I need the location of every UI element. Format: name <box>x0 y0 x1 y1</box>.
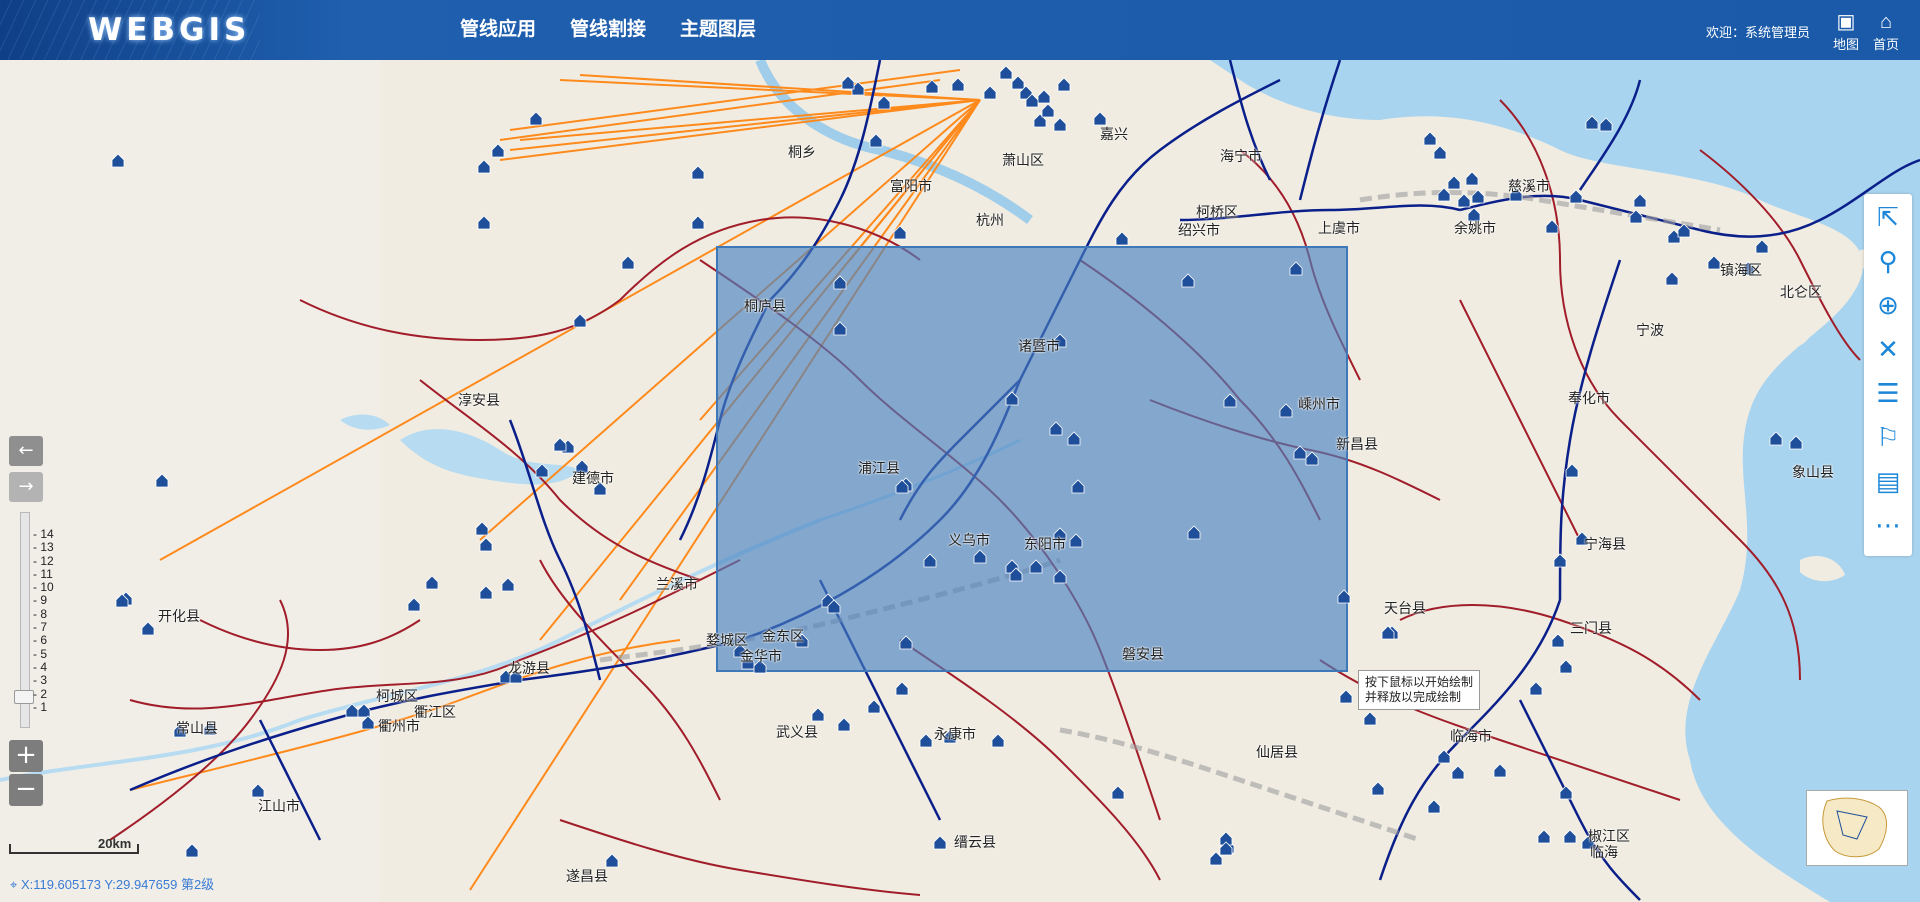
place-label: 杭州 <box>976 212 1004 228</box>
zoom-level-label: - 10 <box>33 580 54 595</box>
place-label: 开化县 <box>158 608 200 624</box>
place-label: 龙游县 <box>508 660 550 676</box>
draw-tooltip: 按下鼠标以开始绘制并释放以完成绘制 <box>1358 670 1480 710</box>
place-label: 仙居县 <box>1256 744 1298 760</box>
zoom-level-label: - 12 <box>33 553 54 568</box>
zoom-level-label: - 8 <box>33 606 48 621</box>
map-canvas[interactable]: 富阳市 桐庐县 淳安县 建德市 兰溪市 开化县 常山县 柯城区 衢江区 衢州市 … <box>0 60 1920 902</box>
scale-label: 20km <box>98 836 132 851</box>
menu-pipeline-app[interactable]: 管线应用 <box>460 0 536 60</box>
place-label: 常山县 <box>176 720 218 736</box>
place-label: 诸暨市 <box>1018 338 1060 354</box>
top-header: WEBGIS 管线应用 管线割接 主题图层 欢迎：系统管理员 ▣ 地图 ⌂ 首页 <box>0 0 1920 60</box>
place-label: 柯桥区 <box>1196 204 1238 220</box>
pan-forward-button[interactable]: → <box>9 472 43 502</box>
place-label: 萧山区 <box>1002 152 1044 168</box>
zoom-level-label: - 1 <box>33 699 48 714</box>
zoom-level-label: - 5 <box>33 646 48 661</box>
welcome-text: 欢迎：系统管理员 <box>1705 25 1810 40</box>
menu-pipeline-cutover[interactable]: 管线割接 <box>570 0 646 60</box>
close-icon[interactable]: ✕ <box>1864 328 1912 372</box>
zoom-level-label: - 2 <box>33 686 48 701</box>
place-label: 金东区 <box>762 628 804 644</box>
place-label: 衢江区 <box>414 704 456 720</box>
place-label: 余姚市 <box>1454 220 1496 236</box>
home-icon: ⌂ <box>1879 11 1893 33</box>
place-label: 海宁市 <box>1220 148 1262 164</box>
place-label: 奉化市 <box>1568 390 1610 406</box>
map-button[interactable]: ▣ 地图 <box>1826 10 1866 53</box>
place-label: 上虞市 <box>1318 220 1360 236</box>
place-label: 磐安县 <box>1122 646 1164 662</box>
place-label: 宁海县 <box>1584 536 1626 552</box>
place-label: 义乌市 <box>948 532 990 548</box>
crosshair-icon: ⌖ <box>10 877 21 892</box>
place-label: 浦江县 <box>858 460 900 476</box>
zoom-in-button[interactable]: + <box>9 740 43 772</box>
search-icon[interactable]: ⚲ <box>1864 240 1912 284</box>
zoom-level-label: - 11 <box>33 566 53 581</box>
place-label: 淳安县 <box>458 392 500 408</box>
coordinate-readout: ⌖ X:119.605173 Y:29.947659 第2级 <box>10 874 214 893</box>
overview-svg <box>1822 797 1887 858</box>
overview-map[interactable] <box>1806 790 1908 866</box>
place-label: 天台县 <box>1384 600 1426 616</box>
map-icon: ▣ <box>1836 11 1856 33</box>
map-toolbar: ⇱ ⚲ ⊕ ✕ ☰ ⚐ ▤ ⋯ <box>1864 194 1912 556</box>
place-label: 桐庐县 <box>744 298 786 314</box>
place-label: 东阳市 <box>1024 536 1066 552</box>
pan-back-button[interactable]: ← <box>9 436 43 466</box>
bookmark-icon[interactable]: ⚐ <box>1864 416 1912 460</box>
main-menu: 管线应用 管线割接 主题图层 <box>460 0 790 60</box>
place-label: 北仑区 <box>1780 284 1822 300</box>
selection-rectangle <box>716 246 1348 672</box>
place-label: 金华市 <box>740 648 782 664</box>
clear-icon[interactable]: ▤ <box>1864 460 1912 504</box>
place-label: 永康市 <box>934 726 976 742</box>
app-logo: WEBGIS <box>88 12 251 48</box>
map-svg <box>0 60 1920 902</box>
place-label: 江山市 <box>258 798 300 814</box>
place-label: 嘉兴 <box>1100 126 1128 142</box>
place-label: 建德市 <box>572 470 614 486</box>
place-label: 三门县 <box>1570 620 1612 636</box>
place-label: 缙云县 <box>954 834 996 850</box>
place-label: 临海 <box>1590 844 1618 860</box>
more-icon[interactable]: ⋯ <box>1864 504 1912 548</box>
zoom-level-label: - 7 <box>33 620 48 635</box>
place-label: 武义县 <box>776 724 818 740</box>
zoom-level-label: - 3 <box>33 673 48 688</box>
coordinate-text: X:119.605173 Y:29.947659 第2级 <box>20 877 215 892</box>
zoom-in-icon[interactable]: ⊕ <box>1864 284 1912 328</box>
home-button[interactable]: ⌂ 首页 <box>1866 10 1906 53</box>
zoom-level-labels: - 14- 13- 12- 11- 10- 9- 8- 7- 6- 5- 4- … <box>33 527 54 714</box>
place-label: 新昌县 <box>1336 436 1378 452</box>
place-label: 绍兴市 <box>1178 222 1220 238</box>
place-label: 富阳市 <box>890 178 932 194</box>
zoom-level-label: - 14 <box>33 527 54 541</box>
zoom-level-label: - 13 <box>33 540 54 555</box>
place-label: 慈溪市 <box>1508 178 1550 194</box>
place-label: 临海市 <box>1450 728 1492 744</box>
place-label: 桐乡 <box>788 144 816 160</box>
place-label: 嵊州市 <box>1298 396 1340 412</box>
map-button-label: 地图 <box>1832 37 1859 52</box>
zoom-level-label: - 4 <box>33 659 48 674</box>
zoom-level-label: - 9 <box>33 593 48 608</box>
home-button-label: 首页 <box>1872 37 1899 52</box>
place-label: 象山县 <box>1792 464 1834 480</box>
zoom-slider-handle[interactable] <box>14 690 34 704</box>
menu-theme-layers[interactable]: 主题图层 <box>680 0 756 60</box>
place-label: 宁波 <box>1636 322 1664 338</box>
zoom-level-label: - 6 <box>33 633 48 648</box>
place-label: 柯城区 <box>376 688 418 704</box>
zoom-out-button[interactable]: − <box>9 774 43 806</box>
select-icon[interactable]: ⇱ <box>1864 196 1912 240</box>
place-label: 兰溪市 <box>656 576 698 592</box>
place-label: 衢州市 <box>378 718 420 734</box>
layers-icon[interactable]: ☰ <box>1864 372 1912 416</box>
place-label: 镇海区 <box>1720 262 1762 278</box>
place-label: 遂昌县 <box>566 868 608 884</box>
